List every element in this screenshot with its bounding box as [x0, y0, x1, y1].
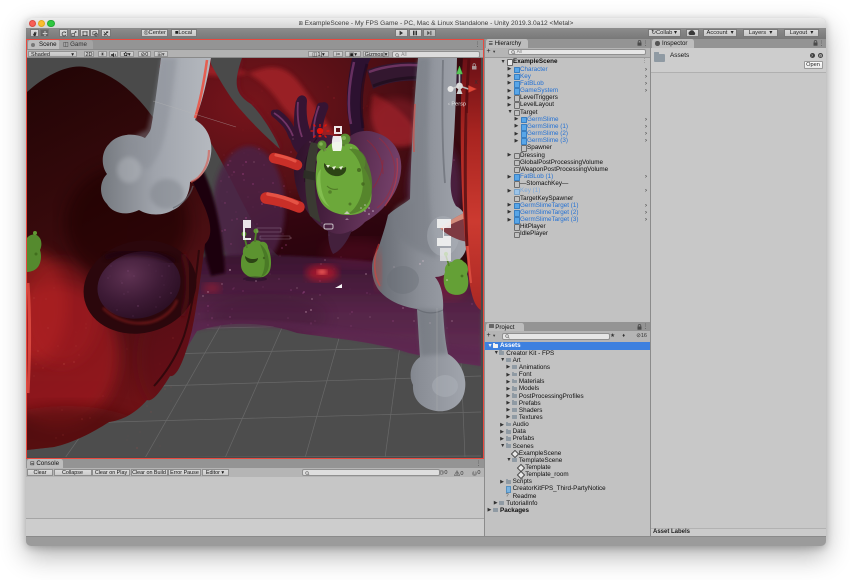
svg-text:‹ Persp: ‹ Persp — [448, 102, 466, 108]
